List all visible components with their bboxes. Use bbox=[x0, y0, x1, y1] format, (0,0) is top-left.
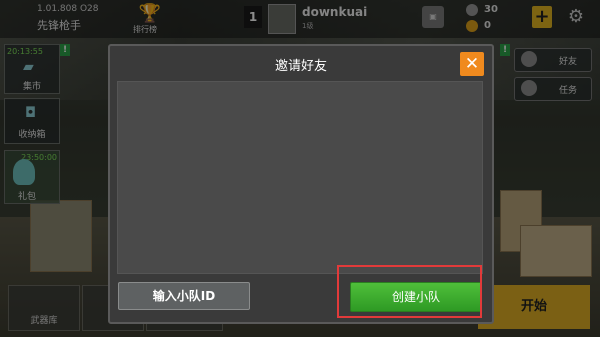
dialog-title: 邀请好友 bbox=[274, 59, 327, 74]
friend-list[interactable] bbox=[117, 81, 483, 274]
enter-team-id-button[interactable]: 输入小队ID bbox=[118, 282, 250, 310]
highlight-box bbox=[337, 265, 482, 318]
close-icon[interactable]: ✕ bbox=[460, 52, 484, 76]
